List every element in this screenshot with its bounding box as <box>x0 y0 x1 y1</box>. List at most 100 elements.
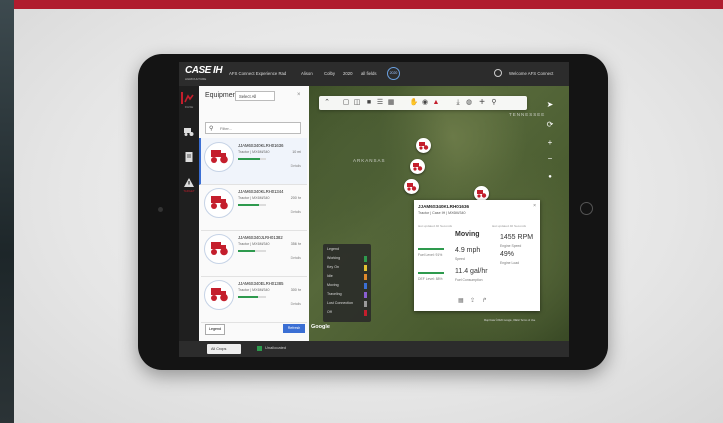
hand-icon[interactable]: ✋ <box>409 98 419 108</box>
tractor-marker[interactable] <box>474 186 489 201</box>
legend-title: Legend <box>327 247 339 251</box>
zoom-search-icon[interactable]: ⚲ <box>489 98 499 108</box>
popup-updated-left: last updated 40 Seconds <box>418 224 453 228</box>
google-logo: Google <box>311 324 330 330</box>
popup-fuel-level: Fuel Level: 91% <box>418 253 443 257</box>
fuel-level-fill <box>238 250 255 252</box>
panel-close-icon[interactable]: × <box>297 92 301 98</box>
equipment-model: Tractor | MX6M/340 <box>238 242 270 246</box>
download-icon[interactable]: ⤓ <box>453 98 463 108</box>
equipment-details-link[interactable]: Details <box>291 164 301 168</box>
year-badge[interactable]: 2020 <box>387 67 400 80</box>
tractor-avatar-icon <box>204 280 234 310</box>
add-icon[interactable]: + <box>477 98 487 108</box>
refresh-button[interactable]: Refresh <box>283 324 305 333</box>
popup-close-icon[interactable]: × <box>533 203 536 209</box>
select-all-dropdown[interactable]: Select All <box>235 91 275 101</box>
state-dropdown[interactable]: Alison <box>301 71 313 76</box>
county-dropdown[interactable]: Colby <box>324 71 335 76</box>
legend-row-label: Working <box>327 256 341 260</box>
popup-speed-label: Speed <box>455 257 465 261</box>
fuel-level-bar <box>238 158 266 160</box>
fields-icon[interactable]: ▢ <box>341 98 351 108</box>
tablet-home-button[interactable] <box>580 202 593 215</box>
legend-swatch <box>364 310 367 316</box>
popup-fuel-cons-label: Fuel Consumption <box>455 278 483 282</box>
map-legend: Legend Working Key On Idle Moving Traveling L… <box>323 244 371 322</box>
map-attribution[interactable]: Map Data ©2020 Google, INEGI Terms of Us… <box>484 319 535 322</box>
equipment-model: Tractor | MX6M/340 <box>238 288 270 292</box>
background-brand-bar <box>14 0 723 9</box>
nav-label-raise: RAISE <box>184 105 194 109</box>
filter-input[interactable] <box>220 124 298 133</box>
def-level-bar <box>418 272 444 274</box>
unallocated-swatch <box>257 346 262 351</box>
bottom-bar: All Crops Unallocated <box>179 341 569 357</box>
zoom-out-button[interactable]: − <box>545 154 555 164</box>
zoom-in-button[interactable]: + <box>545 138 555 148</box>
fuel-level-fill <box>238 296 258 298</box>
tablet-screen: CASE IH AGRICULTURE AFS Connect Experien… <box>179 62 569 357</box>
crops-dropdown[interactable]: All Crops <box>207 344 241 354</box>
globe-icon[interactable]: ◍ <box>464 98 474 108</box>
welcome-user-menu[interactable]: Welcome AFS Connect <box>509 71 553 76</box>
equipment-list-item[interactable]: JJAM6S340KLRH01636 Tractor | MX6M/340 10 m… <box>199 138 307 185</box>
shape-icon[interactable]: ◉ <box>420 98 430 108</box>
calendar-icon[interactable]: ▦ <box>386 98 396 108</box>
popup-load-value: 49% <box>500 251 515 258</box>
legend-swatch <box>364 256 367 262</box>
alert-nav-icon[interactable] <box>183 176 195 188</box>
equipment-panel: Equipment Select All × ⚲ JJAM6S340KLRH01… <box>199 86 310 341</box>
tractor-marker[interactable] <box>410 159 425 174</box>
unallocated-label[interactable]: Unallocated <box>265 345 286 350</box>
user-icon[interactable] <box>494 69 502 77</box>
popup-subtitle: Tractor | Case IH | MX6M/340 <box>418 211 466 215</box>
navigation-arrow-icon[interactable]: ➤ <box>545 100 555 110</box>
equipment-details-link[interactable]: Details <box>291 256 301 260</box>
tractor-marker[interactable] <box>416 138 431 153</box>
org-dropdown[interactable]: AFS Connect Experience Rad <box>229 71 286 76</box>
legend-row-label: Traveling <box>327 292 342 296</box>
fields-dropdown[interactable]: all fields <box>361 71 377 76</box>
legend-row-label: Moving <box>327 283 339 287</box>
legend-row-label: Key On <box>327 265 339 269</box>
tractor-avatar-icon <box>204 142 234 172</box>
pegman-icon[interactable]: ● <box>545 172 555 182</box>
year-dropdown[interactable]: 2020 <box>343 71 353 76</box>
equipment-list-item[interactable]: JJAM6S340ELRH01385 Tractor | MX6M/340 300 … <box>201 276 307 323</box>
equipment-details-link[interactable]: Details <box>291 210 301 214</box>
document-nav-icon[interactable] <box>183 150 195 162</box>
popup-rpm-label: Engine Speed <box>500 244 522 248</box>
map-label-state: TENNESSEE <box>509 112 546 117</box>
fuel-level-bar <box>418 248 444 250</box>
legend-swatch <box>364 301 367 307</box>
left-icon-bar: RAISE TARGET <box>179 86 199 341</box>
equipment-list-item[interactable]: JJAM6S340JLRH01382 Tractor | MX6M/340 356 … <box>201 230 307 277</box>
popup-load-label: Engine Load <box>500 261 520 265</box>
tractor-marker[interactable] <box>404 179 419 194</box>
route-icon[interactable]: ↱ <box>482 297 487 304</box>
rotate-icon[interactable]: ⟳ <box>545 120 555 130</box>
share-icon[interactable]: ⇪ <box>470 297 475 304</box>
legend-row-label: Off <box>327 310 332 314</box>
tractor-nav-icon[interactable] <box>181 92 195 104</box>
equipment-details-link[interactable]: Details <box>291 302 301 306</box>
app-logo-subtitle: AGRICULTURE <box>185 77 207 81</box>
equipment-model: Tractor | MX6M/340 <box>238 150 270 154</box>
grid-icon[interactable]: ▦ <box>458 297 464 304</box>
equipment-list-item[interactable]: JJAM6S340KLRH01344 Tractor | MX6M/340 200 … <box>201 184 307 231</box>
layers-icon[interactable]: ◫ <box>352 98 362 108</box>
equipment-id: JJAM6S340KLRH01344 <box>238 189 284 194</box>
equipment-meter: 200 hr <box>290 196 301 200</box>
fleet-nav-icon[interactable] <box>183 124 195 136</box>
filter-field[interactable]: ⚲ <box>205 122 301 134</box>
list-icon[interactable]: ☰ <box>375 98 385 108</box>
satellite-icon[interactable]: ■ <box>364 98 374 108</box>
app-logo[interactable]: CASE IH <box>185 65 223 76</box>
legend-row-label: Lost Connection <box>327 301 353 305</box>
legend-button[interactable]: Legend <box>205 324 225 335</box>
tractor-avatar-icon <box>204 188 234 218</box>
collapse-icon[interactable]: ⌃ <box>322 98 332 108</box>
tractor-filter-icon[interactable]: ▲ <box>431 98 441 108</box>
fuel-level-fill <box>238 204 259 206</box>
